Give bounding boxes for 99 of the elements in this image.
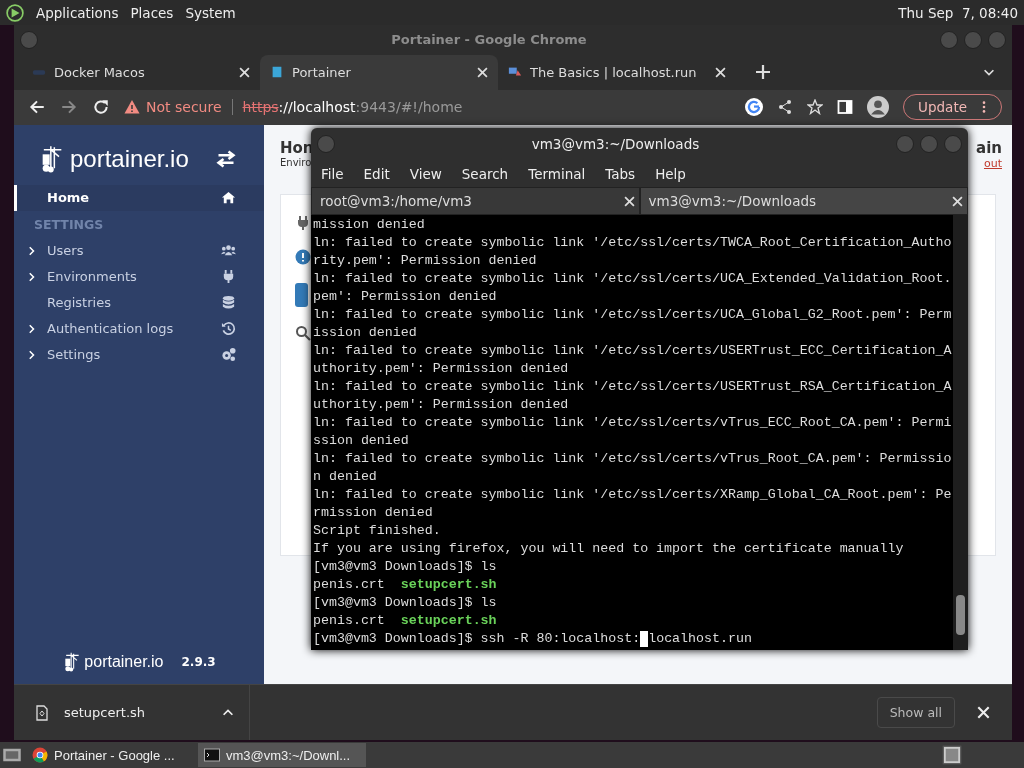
- favicon-icon: [270, 65, 284, 80]
- terminal-line: uthority.pem': Permission denied: [313, 396, 570, 414]
- history-icon: [221, 321, 236, 337]
- terminal-line: If you are using firefox, you will need to import the certificate manually: [313, 540, 905, 558]
- sidebar-item[interactable]: Home: [14, 184, 264, 211]
- home-icon: [221, 190, 236, 206]
- tab-close-button[interactable]: [952, 195, 963, 207]
- window-title: Portainer - Google Chrome: [390, 32, 588, 48]
- window-title: vm3@vm3:~/Downloads: [530, 136, 701, 152]
- menu-item[interactable]: File: [321, 165, 344, 182]
- sidebar-item[interactable]: Users: [14, 237, 264, 264]
- show-all-button[interactable]: Show all: [876, 697, 955, 728]
- panel-logo-icon: [6, 3, 24, 22]
- terminal-line: ln: failed to create symbolic link '/etc/ssl/certs/UCA_Global_G2_Root.pem': Perm: [313, 306, 953, 324]
- portainer-logo-text: portainer.io: [84, 653, 164, 671]
- menu-item[interactable]: Help: [655, 165, 686, 182]
- terminal-line: ln: failed to create symbolic link '/etc/ssl/certs/UCA_Extended_Validation_Root.: [313, 270, 953, 288]
- file-name: penis.crt: [313, 612, 385, 630]
- terminal-line: [vm3@vm3 Downloads]$ ls: [313, 558, 498, 576]
- terminal-tab[interactable]: root@vm3:/home/vm3: [311, 187, 640, 215]
- terminal-line: Script finished.: [313, 522, 442, 540]
- close-icon: [477, 66, 488, 78]
- plug-icon: [221, 269, 236, 285]
- sidebar-item[interactable]: Settings: [14, 341, 264, 368]
- file-icon: [34, 704, 50, 721]
- user-name: ain: [976, 138, 1002, 157]
- terminal-line: [vm3@vm3 Downloads]$ ls: [313, 594, 498, 612]
- google-icon: [745, 98, 764, 117]
- swap-icon: [216, 148, 236, 169]
- terminal-line: mission denied: [313, 216, 426, 234]
- terminal-line: rity.pem': Permission denied: [313, 252, 538, 270]
- refresh-button[interactable]: [295, 282, 308, 307]
- text-cursor: [640, 631, 649, 647]
- terminal-line: ssion denied: [313, 432, 410, 450]
- sidebar-section-header: SETTINGS: [33, 215, 105, 234]
- close-icon: [952, 195, 963, 207]
- menu-item[interactable]: View: [409, 165, 442, 182]
- file-name: setupcert.sh: [400, 612, 497, 630]
- terminal-line: ln: failed to create symbolic link '/etc/ssl/certs/TWCA_Root_Certification_Autho: [313, 234, 953, 252]
- browser-tab[interactable]: The Basics | localhost.run: [498, 54, 736, 90]
- sidebar-item[interactable]: Environments: [14, 263, 264, 290]
- plus-icon: [756, 65, 770, 80]
- scrollbar[interactable]: [953, 215, 968, 650]
- profile-icon: [867, 96, 890, 119]
- menu-item[interactable]: Edit: [363, 165, 390, 182]
- terminal-tab[interactable]: vm3@vm3:~/Downloads: [639, 187, 968, 215]
- share-icon: [777, 99, 794, 116]
- tab-close-button[interactable]: [715, 66, 726, 78]
- database-icon: [221, 295, 236, 311]
- sidebar-item[interactable]: Authentication logs: [14, 315, 264, 342]
- close-icon: [977, 706, 990, 719]
- version-label: 2.9.3: [181, 655, 216, 669]
- menu-item[interactable]: Search: [461, 165, 509, 182]
- panel-menu[interactable]: System: [185, 4, 236, 21]
- chrome-icon: [32, 747, 48, 763]
- address-bar[interactable]: Not secure https://localhost:9443/#!/home: [124, 93, 732, 122]
- command-line[interactable]: [vm3@vm3 Downloads]$ ssh -R 80:localhost:: [313, 630, 641, 648]
- portainer-logo-text: portainer.io: [70, 144, 189, 173]
- warning-icon: [124, 99, 140, 116]
- terminal-line: ln: failed to create symbolic link '/etc/ssl/certs/USERTrust_RSA_Certification_A: [313, 378, 953, 396]
- terminal-line: ln: failed to create symbolic link '/etc/ssl/certs/USERTrust_ECC_Certification_A: [313, 342, 953, 360]
- terminal-line: rmission denied: [313, 504, 434, 522]
- terminal-line: ln: failed to create symbolic link '/etc/ssl/certs/vTrus_ECC_Root_CA.pem': Permi: [313, 414, 953, 432]
- logout-link[interactable]: out: [984, 156, 1002, 170]
- command-line[interactable]: localhost.run: [648, 630, 752, 648]
- side-panel-icon: [837, 99, 854, 116]
- file-name: penis.crt: [313, 576, 385, 594]
- terminal-line: n denied: [313, 468, 378, 486]
- browser-tab[interactable]: Portainer: [260, 54, 498, 90]
- terminal-line: ln: failed to create symbolic link '/etc/ssl/certs/XRamp_Global_CA_Root.pem': Pe: [313, 486, 953, 504]
- panel-clock[interactable]: Thu Sep 7, 08:40: [898, 4, 1018, 21]
- sidebar-item[interactable]: Registries: [14, 289, 264, 316]
- terminal-line: uthority.pem': Permission denied: [313, 360, 570, 378]
- workspace-icon: [942, 745, 962, 765]
- taskbar-button[interactable]: Portainer - Google ...: [26, 743, 194, 767]
- terminal-line: ln: failed to create symbolic link '/etc/ssl/certs/vTrus_Root_CA.pem': Permissio: [313, 450, 953, 468]
- panel-menu[interactable]: Places: [130, 4, 174, 21]
- gears-icon: [221, 347, 236, 363]
- menu-item[interactable]: Terminal: [528, 165, 586, 182]
- star-icon: [807, 99, 824, 116]
- close-icon: [715, 66, 726, 78]
- plug-icon: [295, 214, 311, 231]
- terminal-icon: [204, 747, 220, 763]
- close-icon: [239, 66, 250, 78]
- close-icon: [623, 195, 635, 207]
- file-name: setupcert.sh: [400, 576, 497, 594]
- terminal-line: ission denied: [313, 324, 418, 342]
- tab-close-button[interactable]: [623, 195, 635, 207]
- panel-menu[interactable]: Applications: [36, 4, 119, 21]
- terminal-line: pem': Permission denied: [313, 288, 498, 306]
- search-icon: [295, 324, 311, 341]
- info-icon: [295, 248, 311, 265]
- reload-icon: [92, 98, 110, 117]
- browser-tab[interactable]: Docker Macos: [22, 54, 260, 90]
- download-item[interactable]: setupcert.sh: [64, 705, 207, 720]
- menu-item[interactable]: Tabs: [605, 165, 636, 182]
- tab-close-button[interactable]: [239, 66, 250, 78]
- taskbar-button[interactable]: vm3@vm3:~/Downl...: [198, 743, 366, 767]
- tab-close-button[interactable]: [477, 66, 488, 78]
